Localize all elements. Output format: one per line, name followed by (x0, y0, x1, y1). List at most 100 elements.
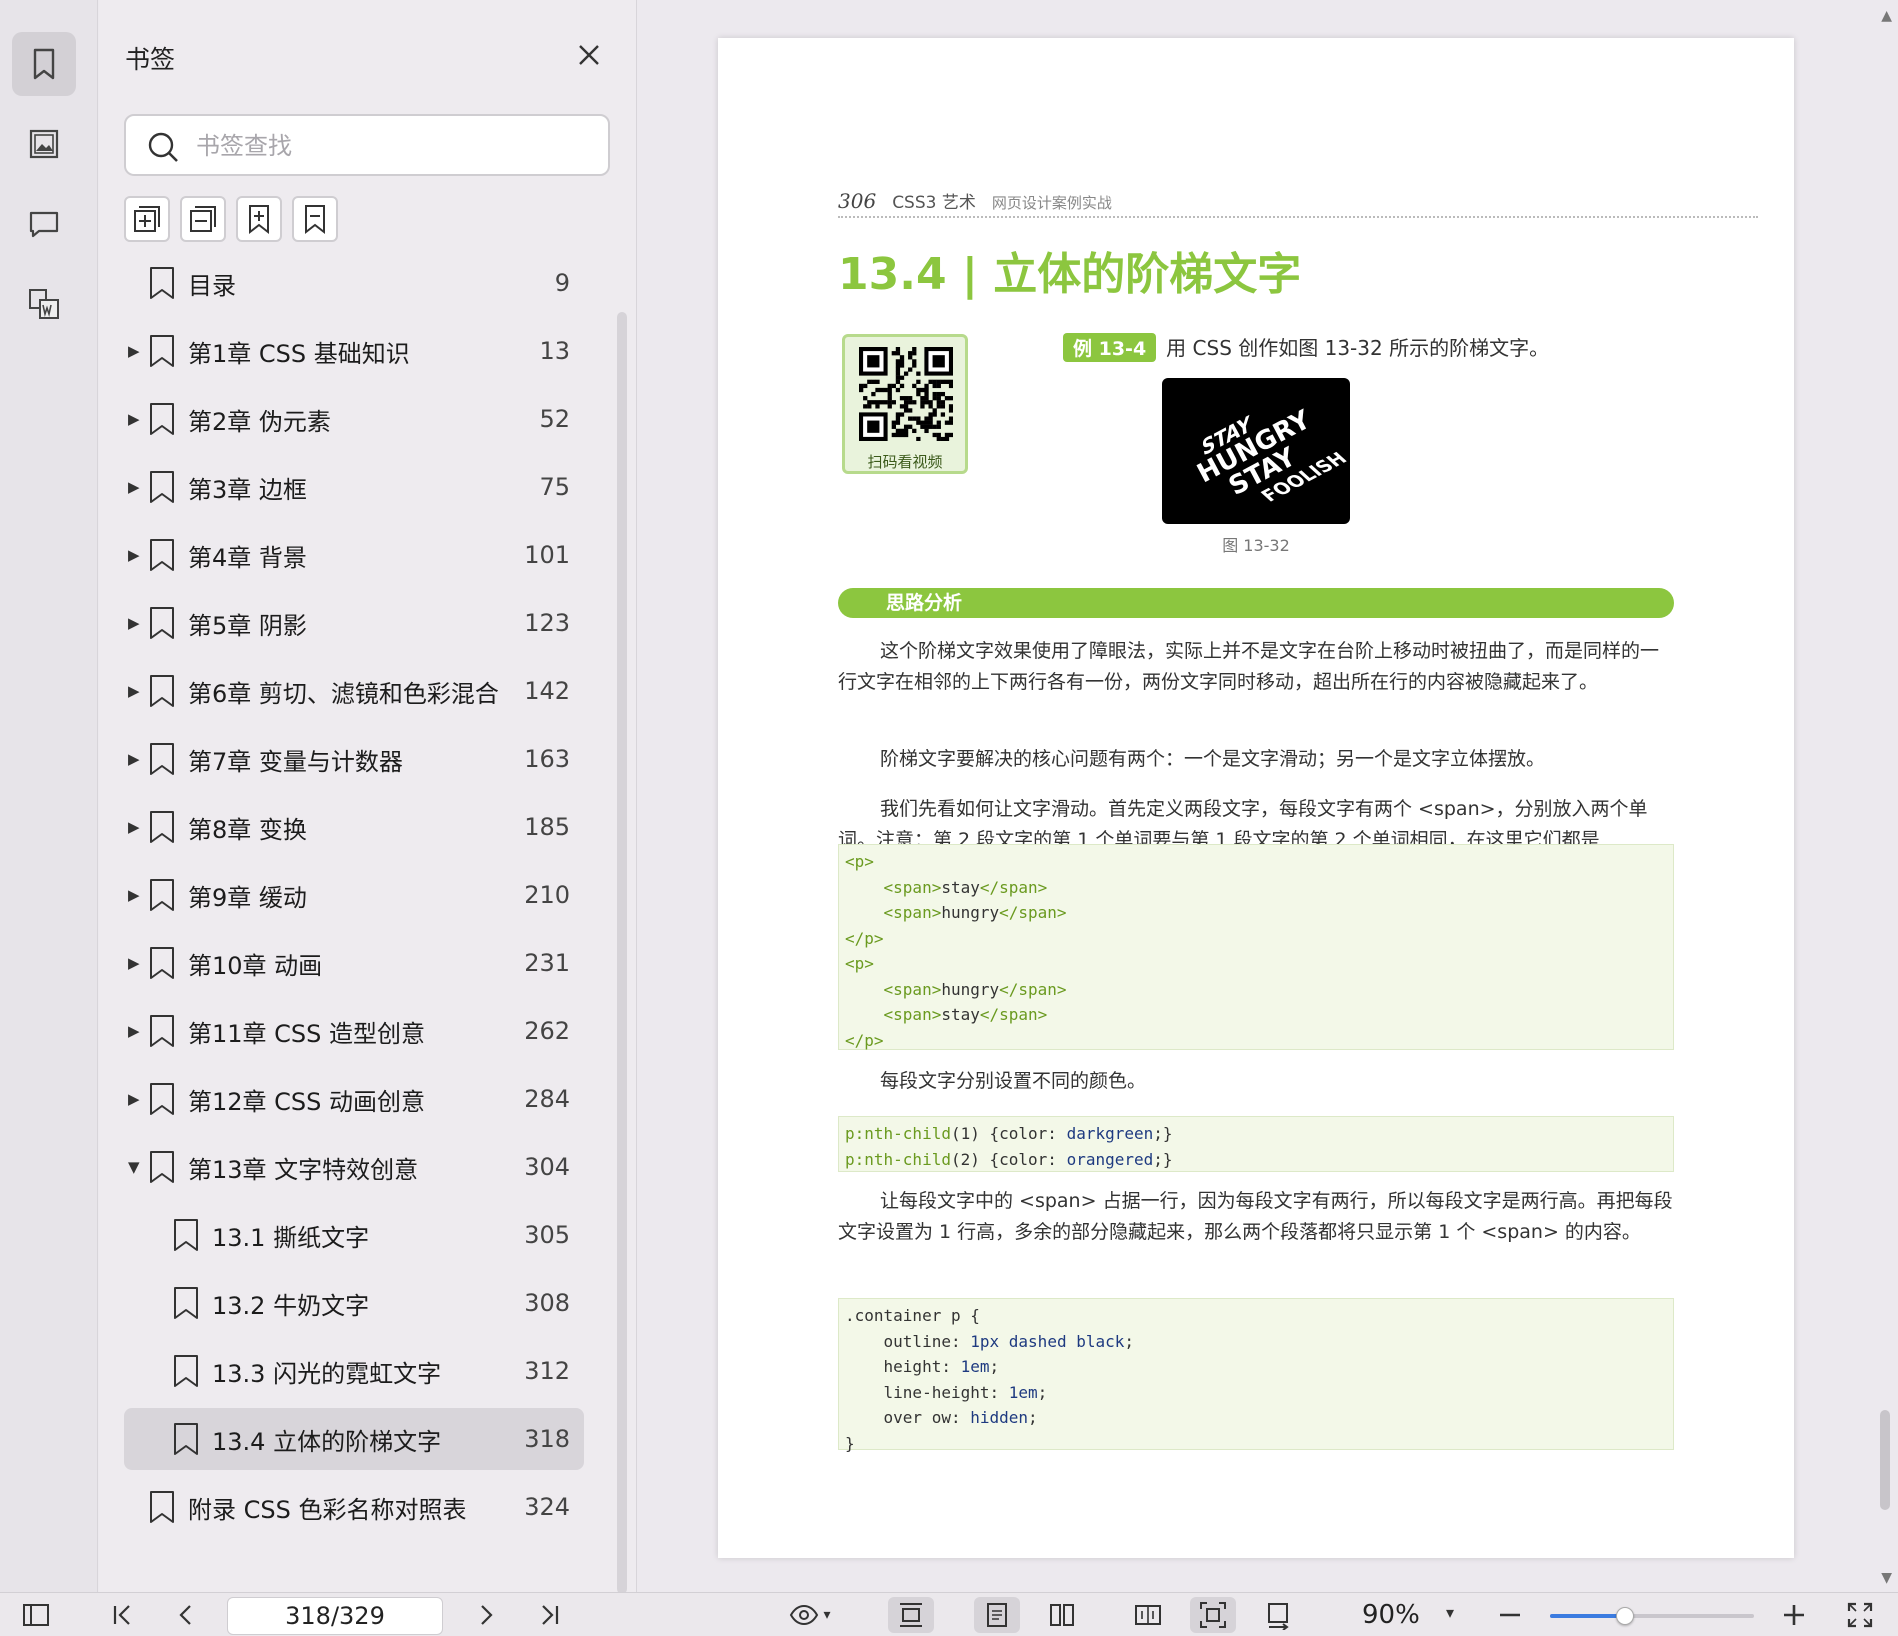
bookmark-item[interactable]: 目录 9 (124, 252, 584, 314)
two-page-button[interactable] (1042, 1597, 1082, 1633)
bookmark-item[interactable]: ▶ 第5章 阴影 123 (124, 592, 584, 654)
code-line: outline: 1px dashed black; (845, 1331, 1135, 1351)
bookmark-item[interactable]: ▶ 第6章 剪切、滤镜和色彩混合 142 (124, 660, 584, 722)
document-viewer: ▲ ▼ 306 CSS3 艺术 网页设计案例实战 13.4 | 立体的阶梯文字 … (638, 0, 1898, 1592)
expand-all-button[interactable] (124, 196, 170, 242)
thumbnail-panel-button[interactable] (12, 112, 76, 176)
bookmark-item[interactable]: 13.3 闪光的霓虹文字 312 (124, 1340, 584, 1402)
bookmark-item[interactable]: ▶ 第4章 背景 101 (124, 524, 584, 586)
bookmark-icon (150, 1491, 174, 1523)
caret-right-icon[interactable]: ▶ (128, 682, 144, 700)
zoom-dropdown-chevron-icon[interactable]: ▾ (1446, 1603, 1454, 1622)
single-page-button[interactable] (974, 1597, 1020, 1633)
comment-panel-button[interactable] (12, 192, 76, 256)
zoom-out-button[interactable] (1492, 1597, 1528, 1633)
paragraph: 这个阶梯文字效果使用了障眼法，实际上并不是文字在台阶上移动时被扭曲了，而是同样的… (838, 640, 1660, 693)
bookmark-item[interactable]: ▼ 第13章 文字特效创意 304 (124, 1136, 584, 1198)
scroll-down-arrow-icon[interactable]: ▼ (1881, 1570, 1892, 1586)
chevron-left-icon (179, 1605, 191, 1625)
previous-page-button[interactable] (168, 1597, 204, 1633)
bookmark-item[interactable]: ▶ 第2章 伪元素 52 (124, 388, 584, 450)
caret-right-icon[interactable]: ▶ (128, 546, 144, 564)
bookmark-item[interactable]: 13.1 撕纸文字 305 (124, 1204, 584, 1266)
bookmark-icon (150, 811, 174, 843)
bookmark-item[interactable]: ▶ 第11章 CSS 造型创意 262 (124, 1000, 584, 1062)
bookmark-item[interactable]: ▶ 第1章 CSS 基础知识 13 (124, 320, 584, 382)
zoom-level[interactable]: 90% (1362, 1597, 1420, 1633)
page-number-input[interactable]: 318/329 (227, 1597, 443, 1635)
caret-right-icon[interactable]: ▶ (128, 886, 144, 904)
next-page-button[interactable] (468, 1597, 504, 1633)
collapse-all-button[interactable] (180, 196, 226, 242)
bookmark-page-number: 52 (539, 405, 570, 433)
bookmark-icon (150, 335, 174, 367)
caret-right-icon[interactable]: ▶ (128, 410, 144, 428)
fullscreen-button[interactable] (1840, 1597, 1880, 1633)
bookmark-label: 第4章 背景 (188, 543, 307, 572)
bookmark-item[interactable]: ▶ 第12章 CSS 动画创意 284 (124, 1068, 584, 1130)
fit-width-button[interactable] (888, 1597, 934, 1633)
caret-right-icon[interactable]: ▶ (128, 1090, 144, 1108)
fit-page-button[interactable] (1190, 1597, 1236, 1633)
bookmark-panel-button[interactable] (12, 32, 76, 96)
zoom-in-button[interactable] (1776, 1597, 1812, 1633)
fullscreen-icon (1847, 1602, 1873, 1628)
bookmark-label: 第1章 CSS 基础知识 (188, 339, 410, 368)
convert-panel-button[interactable] (12, 272, 76, 336)
bookmark-page-number: 304 (524, 1153, 570, 1181)
code-block: <p> <span>stay</span> <span>hungry</span… (838, 844, 1674, 1050)
search-input[interactable] (196, 126, 586, 166)
bookmark-item[interactable]: 13.4 立体的阶梯文字 318 (124, 1408, 584, 1470)
caret-down-icon[interactable]: ▼ (128, 1158, 144, 1176)
caret-right-icon[interactable]: ▶ (128, 614, 144, 632)
bookmark-item[interactable]: ▶ 第3章 边框 75 (124, 456, 584, 518)
remove-bookmark-button[interactable] (292, 196, 338, 242)
first-page-button[interactable] (104, 1597, 140, 1633)
bookmark-icon (150, 403, 174, 435)
bookmark-item[interactable]: ▶ 第10章 动画 231 (124, 932, 584, 994)
bookmark-icon (150, 1083, 174, 1115)
last-page-button[interactable] (532, 1597, 568, 1633)
code-line: .container p { (845, 1306, 980, 1325)
add-bookmark-button[interactable] (236, 196, 282, 242)
book-mode-button[interactable] (1128, 1597, 1168, 1633)
bookmark-label: 第9章 缓动 (188, 883, 307, 912)
bookmark-page-number: 312 (524, 1357, 570, 1385)
caret-right-icon[interactable]: ▶ (128, 750, 144, 768)
toggle-sidebar-button[interactable] (18, 1597, 54, 1633)
close-icon[interactable] (574, 40, 604, 70)
bookmark-icon (174, 1287, 198, 1319)
bookmark-item[interactable]: 附录 CSS 色彩名称对照表 324 (124, 1476, 584, 1538)
bookmark-item[interactable]: ▶ 第8章 变换 185 (124, 796, 584, 858)
caret-right-icon[interactable]: ▶ (128, 478, 144, 496)
scroll-up-arrow-icon[interactable]: ▲ (1881, 8, 1892, 24)
zoom-slider[interactable] (1550, 1607, 1754, 1625)
bookmark-item[interactable]: ▶ 第7章 变量与计数器 163 (124, 728, 584, 790)
caret-right-icon[interactable]: ▶ (128, 342, 144, 360)
bookmark-item[interactable]: ▶ 第9章 缓动 210 (124, 864, 584, 926)
view-mode-dropdown[interactable]: ▾ (780, 1597, 840, 1633)
bookmark-label: 13.1 撕纸文字 (212, 1223, 370, 1252)
document-page: 306 CSS3 艺术 网页设计案例实战 13.4 | 立体的阶梯文字 扫码看视… (718, 38, 1794, 1558)
zoom-slider-handle[interactable] (1616, 1607, 1635, 1625)
caret-right-icon[interactable]: ▶ (128, 818, 144, 836)
caret-right-icon[interactable]: ▶ (128, 1022, 144, 1040)
bookmark-icon (33, 48, 55, 80)
fit-page-icon (1200, 1602, 1226, 1628)
bookmark-search[interactable] (124, 114, 610, 176)
bookmark-page-number: 123 (524, 609, 570, 637)
code-line: <span>hungry</span> (883, 979, 1067, 999)
document-scrollbar[interactable] (1880, 1410, 1890, 1510)
last-page-icon (542, 1605, 559, 1625)
code-line: <p> (845, 852, 874, 871)
code-block: p:nth-child(1) {color: darkgreen;} p:nth-… (838, 1116, 1674, 1172)
sidebar-toggle-icon (23, 1604, 49, 1626)
code-line: line-height: 1em; (845, 1382, 1048, 1402)
code-line: <p> (845, 954, 874, 973)
bookmark-label: 第2章 伪元素 (188, 407, 331, 436)
example-line: 例 13-4 用 CSS 创作如图 13-32 所示的阶梯文字。 (1063, 332, 1549, 362)
bookmark-scrollbar[interactable] (617, 312, 627, 1594)
rotate-page-button[interactable] (1258, 1597, 1298, 1633)
bookmark-item[interactable]: 13.2 牛奶文字 308 (124, 1272, 584, 1334)
caret-right-icon[interactable]: ▶ (128, 954, 144, 972)
